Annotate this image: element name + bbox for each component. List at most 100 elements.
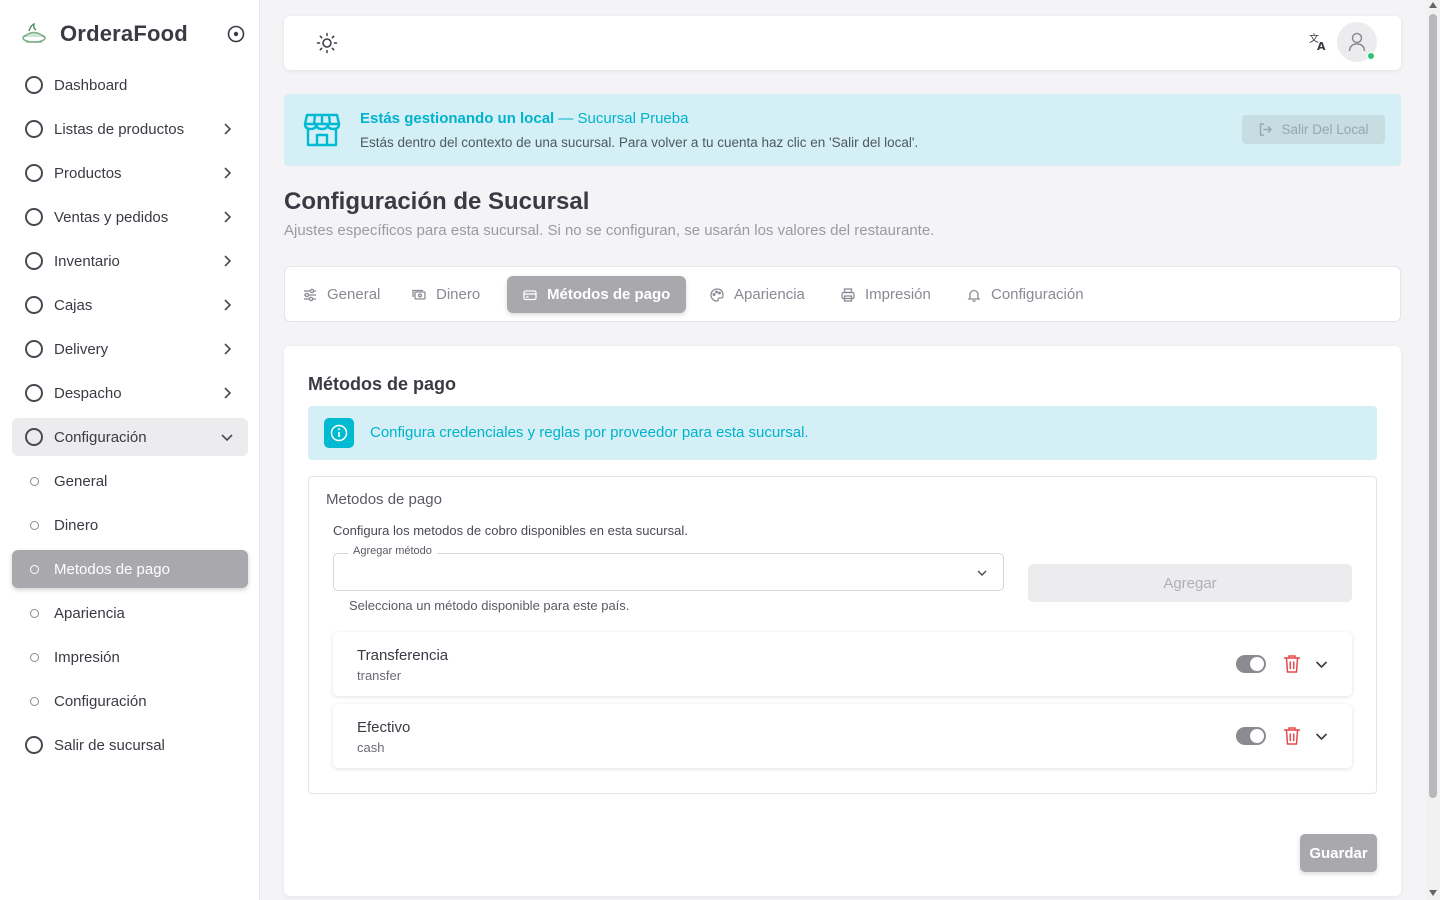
save-button[interactable]: Guardar xyxy=(1300,834,1377,872)
sidebar-subitem-label: Configuración xyxy=(54,692,147,710)
sidebar-subitem-label: Apariencia xyxy=(54,604,125,622)
sidebar-item-label: Listas de productos xyxy=(54,120,185,138)
scrollbar-thumb[interactable] xyxy=(1429,14,1437,798)
user-icon xyxy=(1348,32,1366,52)
payment-method-code: cash xyxy=(357,740,385,755)
sidebar-toggle-icon[interactable] xyxy=(226,24,246,44)
circle-icon xyxy=(25,428,43,446)
chevron-down-icon xyxy=(221,434,233,442)
payment-methods-section: Metodos de pago Configura los metodos de… xyxy=(308,476,1377,794)
info-alert-text: Configura credenciales y reglas por prov… xyxy=(370,424,809,441)
chevron-right-icon xyxy=(224,343,232,355)
tab-configuracion[interactable]: Configuración xyxy=(951,276,1100,313)
chevron-down-icon[interactable] xyxy=(1314,729,1329,744)
sidebar-item-label: Ventas y pedidos xyxy=(54,208,169,226)
sidebar-subitem-dinero[interactable]: Dinero xyxy=(12,506,248,544)
add-method-helper: Selecciona un método disponible para est… xyxy=(349,598,630,613)
exit-branch-label: Salir Del Local xyxy=(1281,122,1369,137)
printer-icon xyxy=(841,287,855,302)
enable-toggle[interactable] xyxy=(1236,727,1266,745)
chevron-down-icon xyxy=(977,570,987,576)
sidebar-item-salir-de-sucursal[interactable]: Salir de sucursal xyxy=(12,726,248,764)
banner-title-bold: Estás gestionando un local xyxy=(360,110,555,127)
sidebar-item-label: Delivery xyxy=(54,340,109,358)
sidebar-item-productos[interactable]: Productos xyxy=(12,154,248,192)
bell-icon xyxy=(967,289,981,302)
circle-icon xyxy=(25,296,43,314)
sidebar-subitem-label: Impresión xyxy=(54,648,120,666)
sidebar-item-inventario[interactable]: Inventario xyxy=(12,242,248,280)
tab-label: Dinero xyxy=(436,286,481,303)
scroll-up-arrow-icon[interactable] xyxy=(1429,2,1437,8)
circle-icon xyxy=(25,736,43,754)
tab-label: Configuración xyxy=(991,286,1084,303)
svg-text:A: A xyxy=(1317,40,1326,52)
add-method-select[interactable]: Agregar método xyxy=(333,545,1004,591)
circle-icon xyxy=(25,76,43,94)
logout-icon xyxy=(1260,123,1273,136)
sidebar-item-despacho[interactable]: Despacho xyxy=(12,374,248,412)
sidebar-subitem-label: General xyxy=(54,472,108,490)
chevron-right-icon xyxy=(224,299,232,311)
trash-icon[interactable] xyxy=(1283,726,1301,746)
circle-icon xyxy=(25,252,43,270)
tab-general[interactable]: General xyxy=(287,276,396,313)
tab-impresion[interactable]: Impresión xyxy=(825,276,947,313)
toggle-knob xyxy=(1250,657,1264,671)
sun-icon[interactable] xyxy=(316,32,338,54)
brand[interactable]: OrderaFood xyxy=(20,18,188,50)
sidebar-item-cajas[interactable]: Cajas xyxy=(12,286,248,324)
payment-method-code: transfer xyxy=(357,668,402,683)
sidebar-subitem-impresion[interactable]: Impresión xyxy=(12,638,248,676)
sidebar-item-ventas-y-pedidos[interactable]: Ventas y pedidos xyxy=(12,198,248,236)
chevron-right-icon xyxy=(224,123,232,135)
circle-icon xyxy=(25,340,43,358)
sidebar-subitem-label: Dinero xyxy=(54,516,99,534)
tab-label: Métodos de pago xyxy=(547,286,671,303)
sidebar-item-listas-de-productos[interactable]: Listas de productos xyxy=(12,110,248,148)
section-description: Configura los metodos de cobro disponibl… xyxy=(333,523,688,538)
sidebar-item-label: Salir de sucursal xyxy=(54,736,165,754)
sidebar: OrderaFood Dashboard Listas de productos… xyxy=(0,0,260,900)
scroll-down-arrow-icon[interactable] xyxy=(1429,890,1437,896)
page-subtitle: Ajustes específicos para esta sucursal. … xyxy=(284,222,935,239)
circle-icon xyxy=(25,208,43,226)
sidebar-subitem-general[interactable]: General xyxy=(12,462,248,500)
exit-branch-button[interactable]: Salir Del Local xyxy=(1242,115,1385,144)
sidebar-subitem-apariencia[interactable]: Apariencia xyxy=(12,594,248,632)
top-bar: 文 A xyxy=(284,16,1401,70)
enable-toggle[interactable] xyxy=(1236,655,1266,673)
tab-apariencia[interactable]: Apariencia xyxy=(694,276,821,313)
info-alert: Configura credenciales y reglas por prov… xyxy=(308,406,1377,460)
sidebar-item-configuracion[interactable]: Configuración xyxy=(12,418,248,456)
avatar[interactable] xyxy=(1337,22,1377,62)
tab-label: Apariencia xyxy=(734,286,805,303)
store-icon xyxy=(303,113,341,147)
settings-tabs: General Dinero Métodos de pago Aparienci… xyxy=(284,266,1401,322)
card-title: Métodos de pago xyxy=(308,374,456,394)
tab-label: General xyxy=(327,286,381,303)
cash-icon xyxy=(412,289,426,300)
circle-icon xyxy=(25,120,43,138)
section-title: Metodos de pago xyxy=(326,491,442,508)
credit-card-icon xyxy=(523,289,537,300)
palette-icon xyxy=(710,287,724,302)
page-scrollbar[interactable] xyxy=(1426,0,1440,900)
sidebar-subitem-label: Metodos de pago xyxy=(54,560,170,578)
add-method-button[interactable]: Agregar xyxy=(1028,564,1352,602)
sidebar-nav: Dashboard Listas de productos Productos … xyxy=(12,66,248,770)
sidebar-subitem-configuracion[interactable]: Configuración xyxy=(12,682,248,720)
payment-method-name: Efectivo xyxy=(357,719,411,736)
tab-dinero[interactable]: Dinero xyxy=(396,276,496,313)
sidebar-item-dashboard[interactable]: Dashboard xyxy=(12,66,248,104)
sidebar-item-label: Cajas xyxy=(54,296,93,314)
trash-icon[interactable] xyxy=(1283,654,1301,674)
sidebar-subitem-metodos-de-pago[interactable]: Metodos de pago xyxy=(12,550,248,588)
sidebar-item-label: Despacho xyxy=(54,384,122,402)
sidebar-item-delivery[interactable]: Delivery xyxy=(12,330,248,368)
circle-icon xyxy=(25,164,43,182)
chevron-down-icon[interactable] xyxy=(1314,657,1329,672)
tab-metodos-de-pago[interactable]: Métodos de pago xyxy=(507,276,687,313)
translate-icon[interactable]: 文 A xyxy=(1308,32,1328,52)
page-title: Configuración de Sucursal xyxy=(284,188,590,215)
